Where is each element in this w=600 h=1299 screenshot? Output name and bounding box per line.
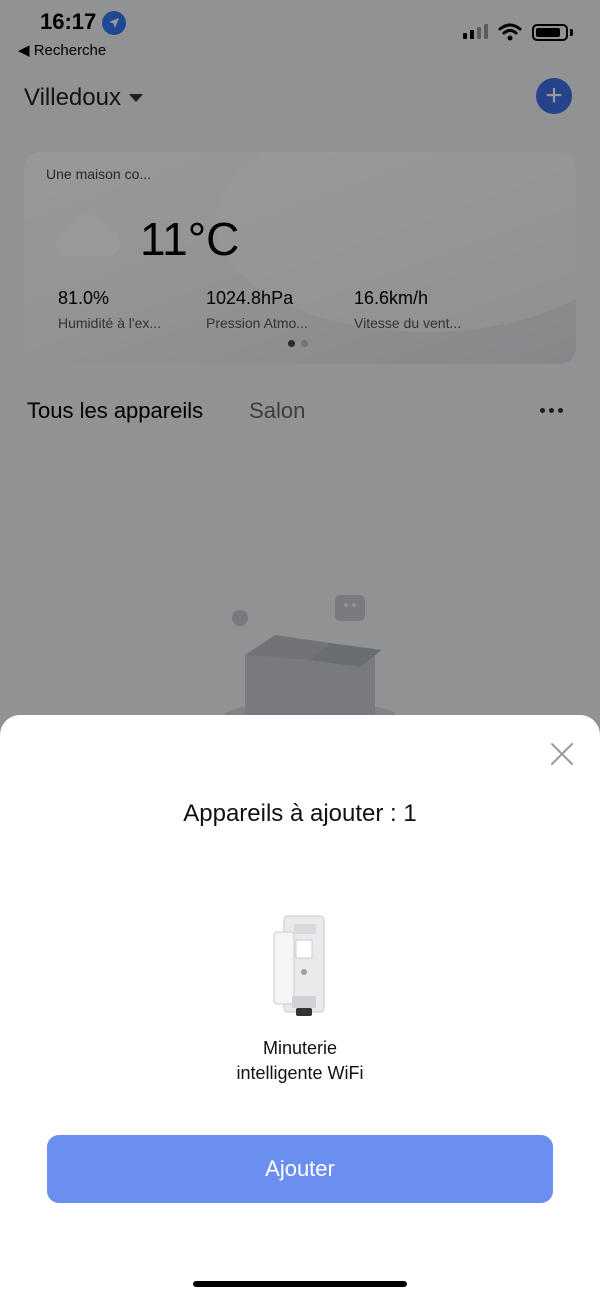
sheet-title: Appareils à ajouter : 1: [183, 800, 417, 827]
home-indicator[interactable]: [193, 1281, 407, 1287]
add-button[interactable]: Ajouter: [47, 1135, 553, 1203]
device-name: Minuterie intelligente WiFi: [236, 1038, 364, 1083]
close-icon[interactable]: [550, 742, 574, 766]
din-rail-timer-image[interactable]: [266, 910, 334, 1022]
